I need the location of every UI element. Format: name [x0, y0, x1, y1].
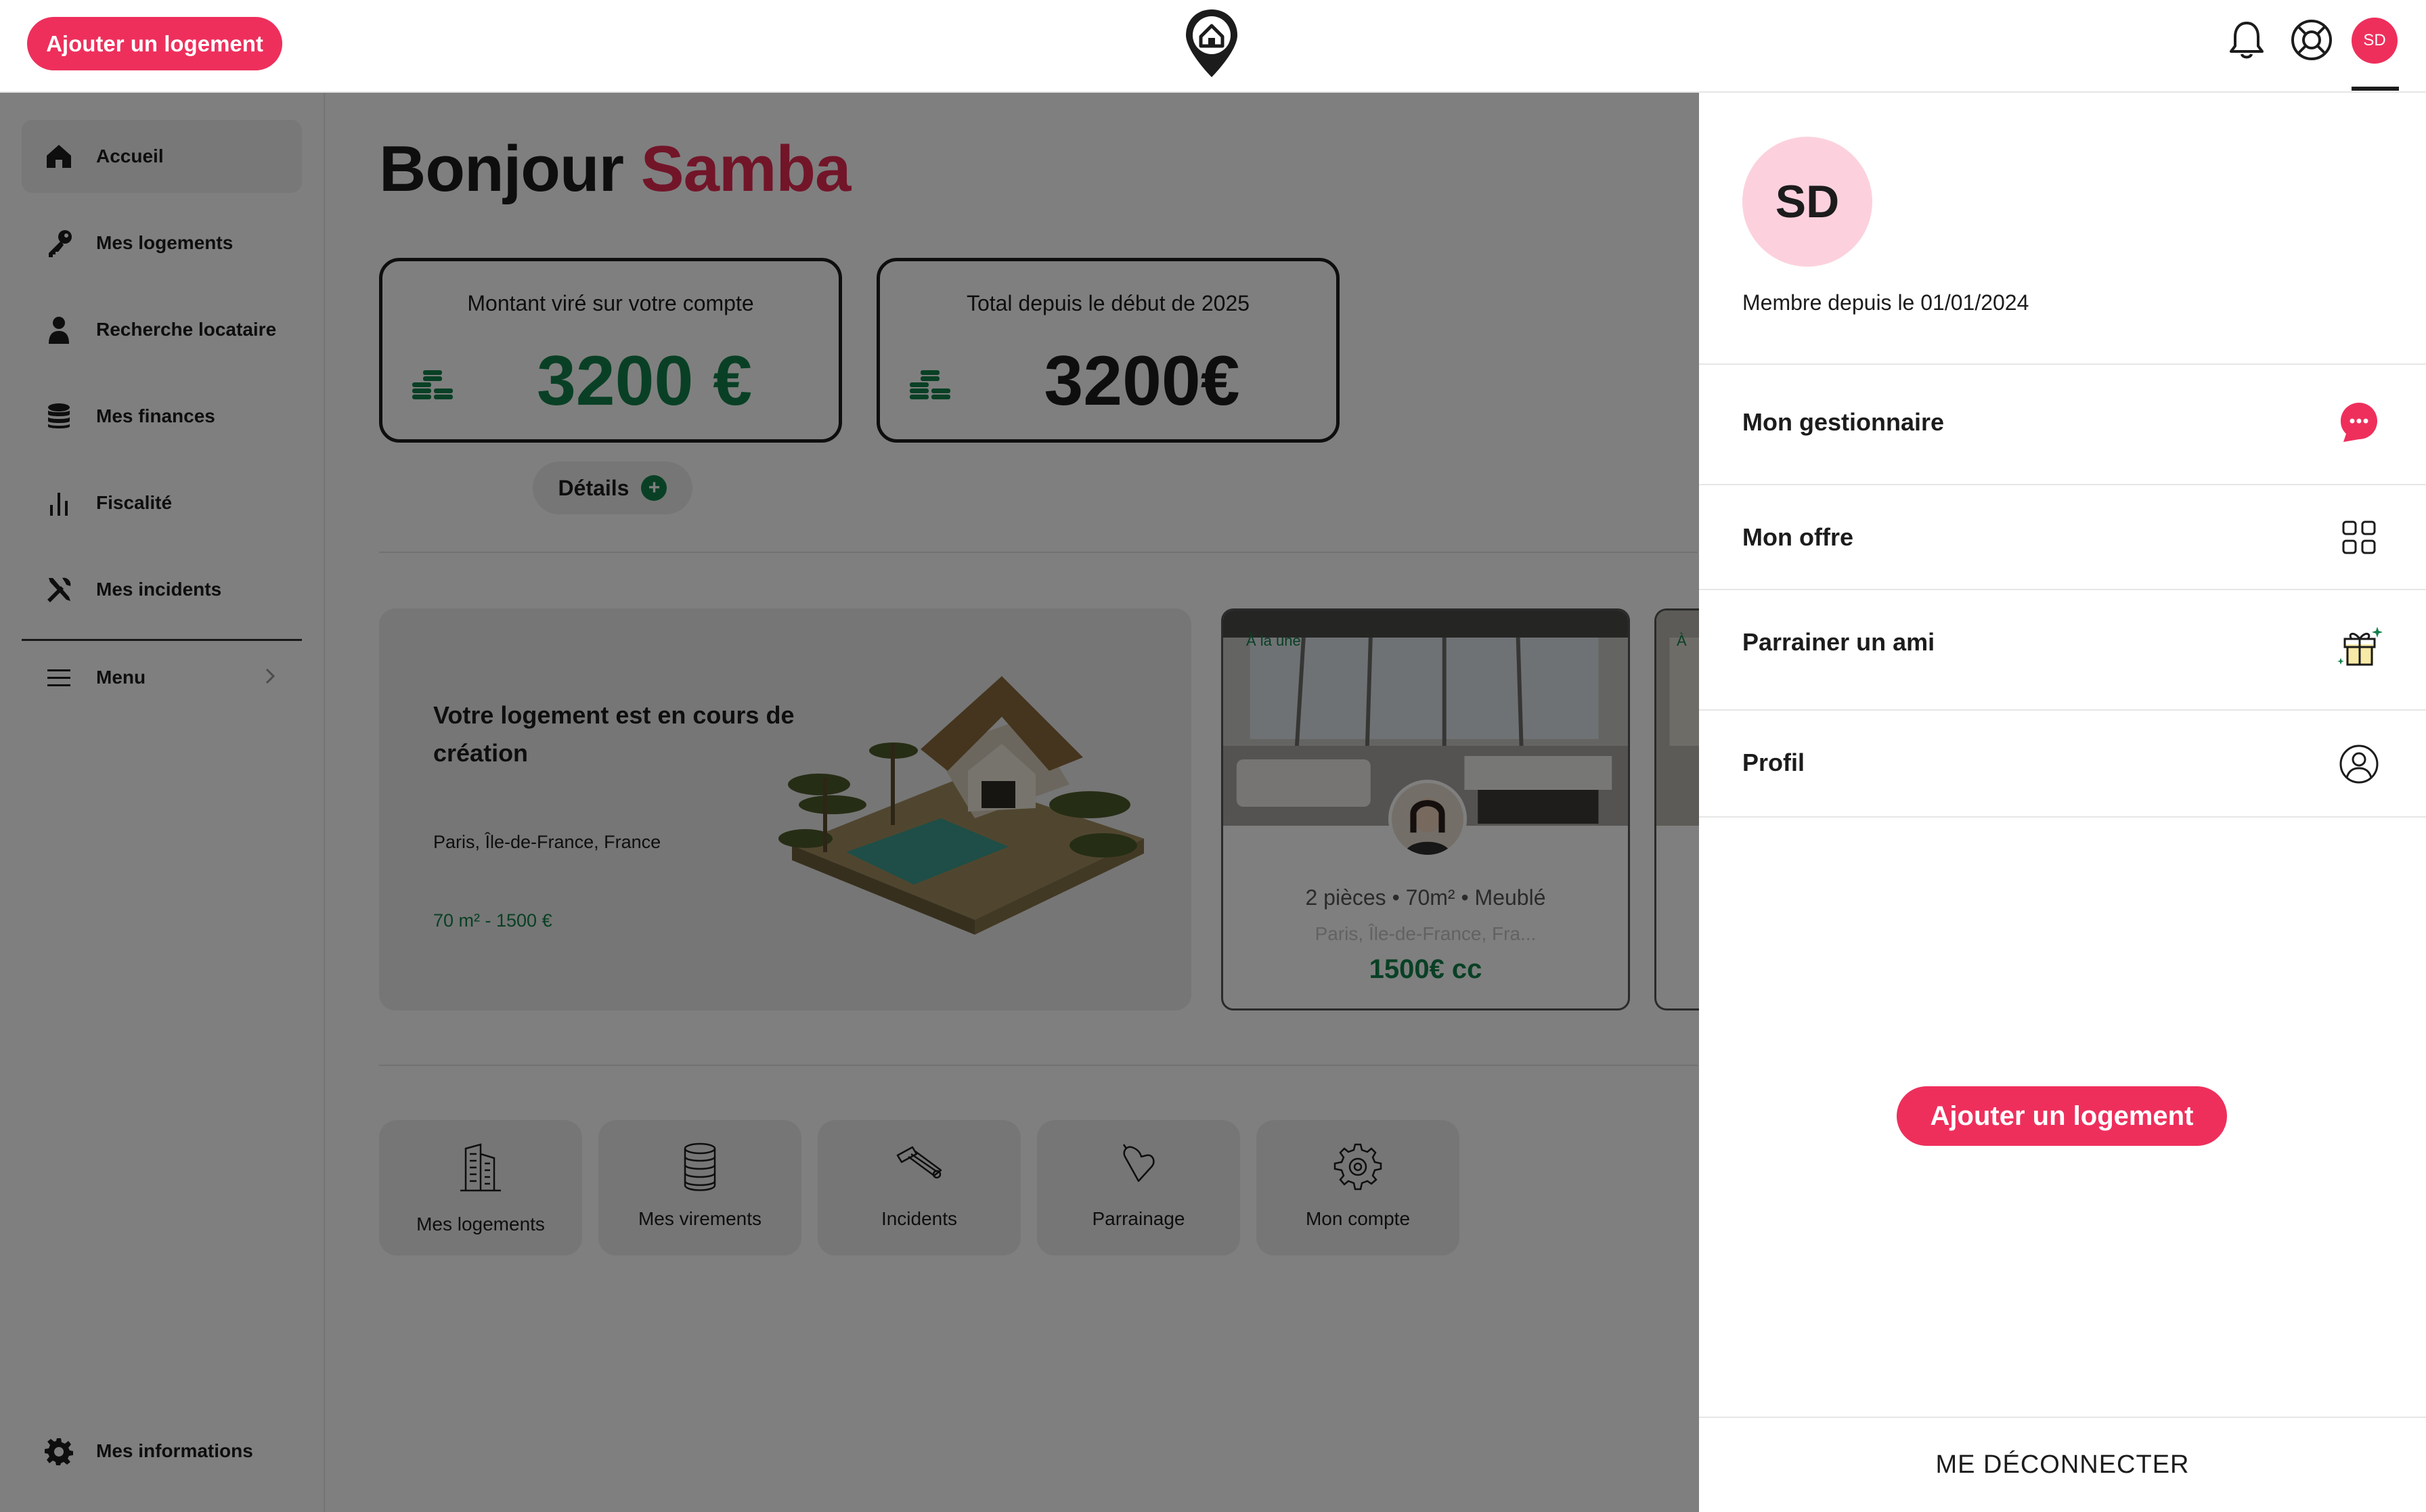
profile-avatar: SD — [1742, 137, 1872, 267]
add-property-button[interactable]: Ajouter un logement — [27, 17, 282, 70]
modal-backdrop[interactable] — [0, 93, 1699, 1512]
member-since: Membre depuis le 01/01/2024 — [1742, 290, 2029, 315]
logout-button[interactable]: ME DÉCONNECTER — [1699, 1417, 2426, 1512]
chat-bubble-icon — [2341, 403, 2377, 442]
help-lifebuoy-icon[interactable] — [2289, 18, 2334, 62]
panel-item-profil[interactable]: Profil — [1699, 709, 2426, 818]
top-header: Ajouter un logement SD — [0, 0, 2426, 93]
grid-icon — [2342, 520, 2376, 554]
panel-item-label: Parrainer un ami — [1742, 628, 1935, 656]
panel-item-mon-offre[interactable]: Mon offre — [1699, 484, 2426, 589]
bell-icon[interactable] — [2224, 18, 2269, 62]
panel-add-property-button[interactable]: Ajouter un logement — [1897, 1086, 2227, 1146]
avatar-active-indicator — [2352, 87, 2399, 91]
panel-item-label: Profil — [1742, 749, 1805, 776]
user-avatar[interactable]: SD — [2352, 18, 2398, 64]
panel-item-label: Mon gestionnaire — [1742, 408, 1945, 436]
panel-item-parrainer-un-ami[interactable]: Parrainer un ami — [1699, 589, 2426, 709]
logo-icon[interactable] — [1183, 7, 1240, 80]
panel-item-mon-gestionnaire[interactable]: Mon gestionnaire — [1699, 363, 2426, 477]
profile-panel: SD Membre depuis le 01/01/2024 Mon gesti… — [1699, 93, 2426, 1512]
panel-item-label: Mon offre — [1742, 523, 1853, 551]
user-circle-icon — [2339, 744, 2379, 784]
gift-icon — [2337, 627, 2383, 666]
